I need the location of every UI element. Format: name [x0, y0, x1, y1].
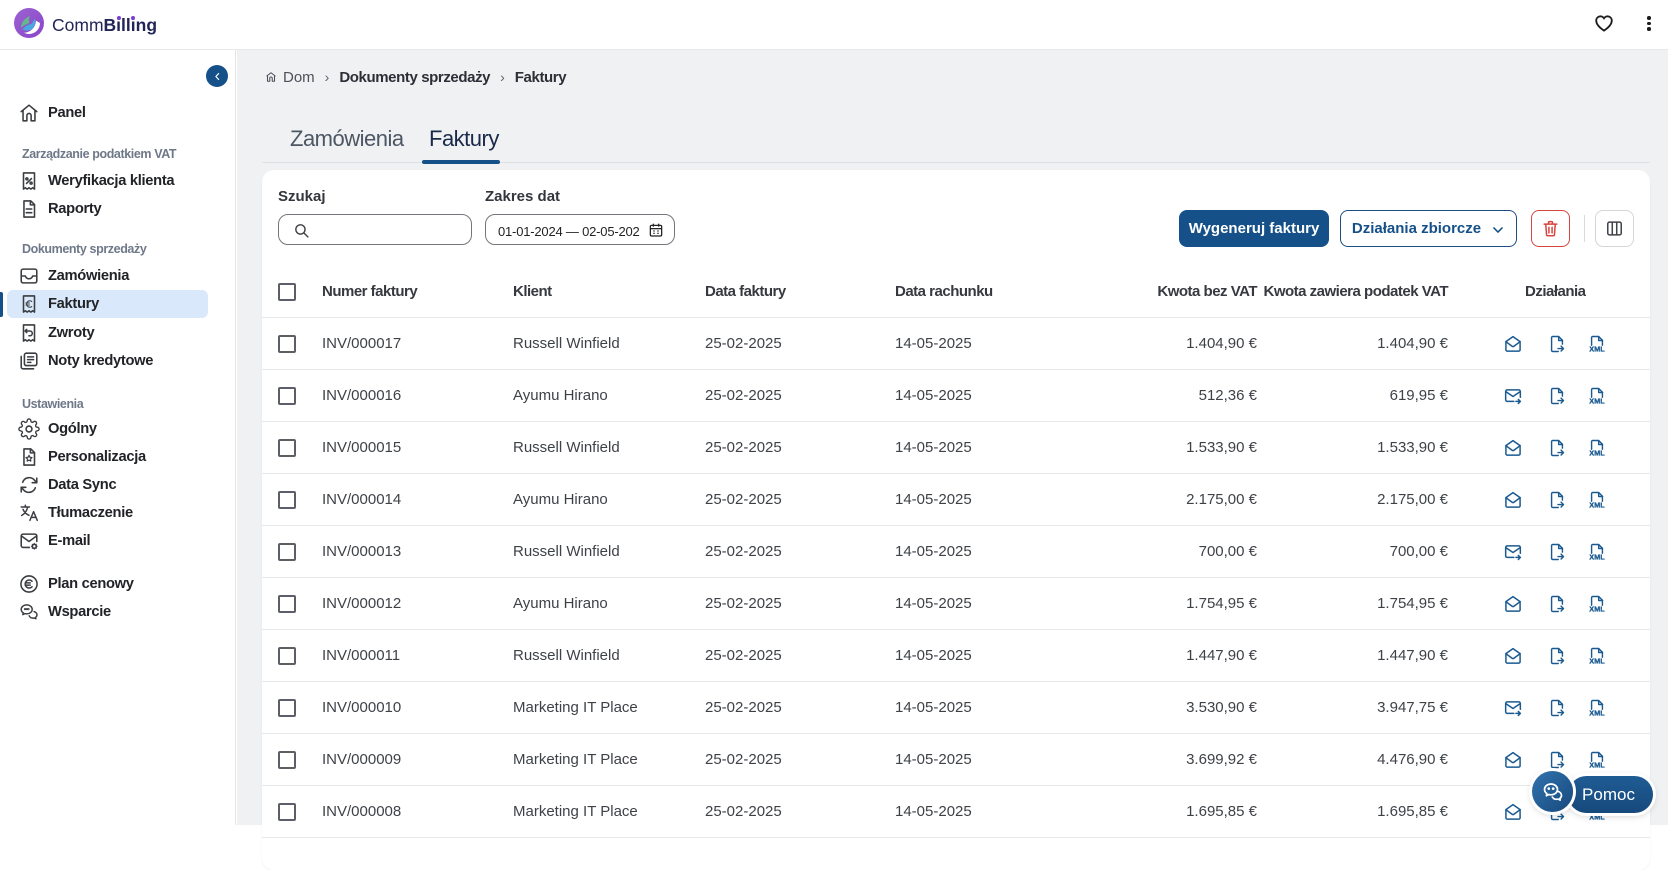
svg-text:XML: XML [1589, 397, 1605, 406]
svg-text:XML: XML [1589, 501, 1605, 510]
svg-text:XML: XML [1589, 657, 1605, 666]
svg-text:XML: XML [1589, 813, 1605, 822]
svg-text:XML: XML [1589, 449, 1605, 458]
svg-text:XML: XML [1589, 761, 1605, 770]
svg-text:XML: XML [1589, 345, 1605, 354]
svg-text:XML: XML [1589, 553, 1605, 562]
svg-text:XML: XML [1589, 605, 1605, 614]
svg-text:XML: XML [1589, 709, 1605, 718]
